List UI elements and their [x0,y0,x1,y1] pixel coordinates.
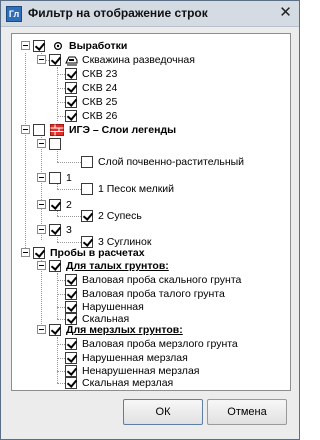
sample-type-checkbox[interactable] [65,352,77,364]
sample-type-checkbox[interactable] [65,338,77,350]
tree-node-sample-type: Нарушенная мерзлая [12,351,290,365]
ige-layer-checkbox[interactable] [81,210,93,222]
tree-node-ige-group [12,137,290,151]
cancel-button[interactable]: Отмена [207,399,287,425]
collapse-toggle[interactable] [37,225,46,234]
ige-layer-label: 1 Песок мелкий [98,183,175,195]
well-type-checkbox[interactable] [49,54,61,66]
title-bar[interactable]: Гл Фильтр на отображение строк ✕ [1,1,299,27]
sample-type-label: Нарушенная мерзлая [82,352,188,364]
filter-tree: Выработки Скважина разведочная СКВ 23 СК… [11,33,291,391]
workings-checkbox[interactable] [33,40,45,52]
ige-layer-label: 2 Супесь [98,210,142,222]
collapse-toggle[interactable] [37,139,46,148]
ige-layer-checkbox[interactable] [81,156,93,168]
well-label: СКВ 24 [82,82,118,94]
well-label: СКВ 23 [82,68,118,80]
tree-node-well-type: Скважина разведочная [12,53,290,67]
brick-layers-icon [50,123,64,137]
sample-type-checkbox[interactable] [65,288,77,300]
tree-node-thawed: Для талых грунтов: [12,259,290,273]
well-checkbox[interactable] [65,68,77,80]
thawed-label: Для талых грунтов: [66,260,169,272]
well-checkbox[interactable] [65,110,77,122]
collapse-toggle[interactable] [37,261,46,270]
collapse-toggle[interactable] [37,200,46,209]
sample-type-label: Валовая проба мерзлого грунта [82,338,238,350]
ok-button[interactable]: ОК [123,399,203,425]
well-label: СКВ 26 [82,110,118,122]
tree-node-ige-layer: 2 Супесь [12,209,290,223]
tree-node-samples: Пробы в расчетах [12,246,290,260]
sample-type-checkbox[interactable] [65,377,77,389]
sample-type-checkbox[interactable] [65,274,77,286]
tree-node-frozen: Для мерзлых грунтов: [12,323,290,337]
frozen-checkbox[interactable] [49,324,61,336]
collapse-toggle[interactable] [21,41,30,50]
samples-checkbox[interactable] [33,247,45,259]
well-label: СКВ 25 [82,96,118,108]
well-checkbox[interactable] [65,82,77,94]
samples-label: Пробы в расчетах [50,247,145,259]
sample-type-label: Скальная мерзлая [82,377,174,389]
drilling-rig-icon [65,53,79,67]
tree-node-ige-layer: Слой почвенно-растительный [12,155,290,169]
collapse-toggle[interactable] [37,325,46,334]
tree-node-ige-layer: 1 Песок мелкий [12,182,290,196]
ige-group-checkbox[interactable] [49,138,61,150]
filter-dialog: Гл Фильтр на отображение строк ✕ Выработ… [0,0,300,440]
app-icon: Гл [6,6,22,22]
collapse-toggle[interactable] [37,173,46,182]
drill-point-icon [51,39,65,53]
tree-node-workings: Выработки [12,39,290,53]
collapse-toggle[interactable] [37,55,46,64]
ige-checkbox[interactable] [33,124,45,136]
tree-node-well: СКВ 23 [12,67,290,81]
close-icon[interactable]: ✕ [277,5,294,22]
tree-node-sample-type: Скальная мерзлая [12,376,290,390]
sample-type-label: Валовая проба скального грунта [82,274,242,286]
ige-label: ИГЭ – Слои легенды [69,124,177,136]
collapse-toggle[interactable] [21,248,30,257]
dialog-title: Фильтр на отображение строк [28,6,208,20]
frozen-label: Для мерзлых грунтов: [66,324,183,336]
tree-node-well: СКВ 25 [12,95,290,109]
tree-node-ige: ИГЭ – Слои легенды [12,123,290,137]
thawed-checkbox[interactable] [49,260,61,272]
ige-layer-label: Слой почвенно-растительный [98,156,245,168]
well-type-label: Скважина разведочная [82,54,195,66]
workings-label: Выработки [69,40,128,52]
well-checkbox[interactable] [65,96,77,108]
tree-node-sample-type: Валовая проба скального грунта [12,273,290,287]
collapse-toggle[interactable] [21,125,30,134]
tree-node-sample-type: Валовая проба талого грунта [12,287,290,301]
tree-node-well: СКВ 24 [12,81,290,95]
tree-node-sample-type: Валовая проба мерзлого грунта [12,337,290,351]
sample-type-label: Валовая проба талого грунта [82,288,225,300]
tree-node-well: СКВ 26 [12,109,290,123]
ige-layer-checkbox[interactable] [81,183,93,195]
